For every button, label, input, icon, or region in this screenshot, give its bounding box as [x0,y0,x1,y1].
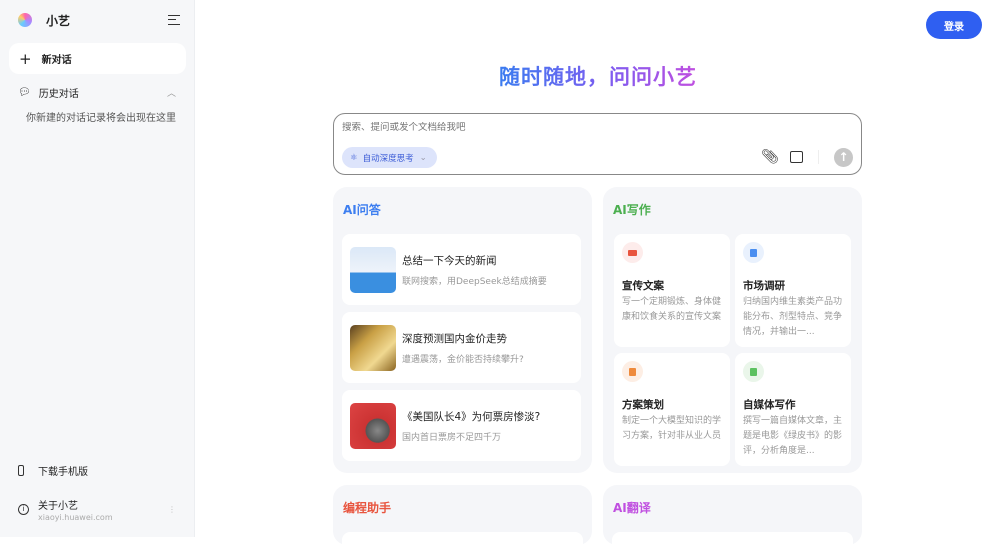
ai-qa-title: AI问答 [343,203,381,217]
writing-card-subtitle: 归纳国内维生素类产品功能分布、剂型特点、竞争情况，并输出一... [743,297,843,337]
main-content: 登录 随时随地，问问小艺 ⚛ 自动深度思考 ⌄ 📎︎ ↑ AI问答 总结一下今天… [196,0,1000,552]
message-icon [622,242,643,263]
chevron-down-icon: ⌄ [419,152,427,163]
translate-panel: AI翻译 [603,485,862,552]
media-icon [743,361,764,382]
ai-writing-panel: AI写作 宣传文案 写一个定期锻炼、身体健康和饮食关系的宣传文案 市场调研 归纳… [603,187,862,473]
image-upload-icon[interactable] [790,151,803,163]
writing-card-title: 方案策划 [622,399,664,411]
qa-card[interactable]: 总结一下今天的新闻联网搜索，用DeepSeek总结成摘要 [342,234,581,305]
coding-panel: 编程助手 [333,485,592,552]
writing-card-subtitle: 撰写一篇自媒体文章，主题是电影《绿皮书》的影评，分析角度是... [743,416,843,456]
coding-card[interactable] [342,532,583,552]
qa-card-title: 深度预测国内金价走势 [402,332,507,345]
info-icon: i [18,504,29,515]
news-thumbnail [350,246,396,293]
deep-thinking-dropdown[interactable]: ⚛ 自动深度思考 ⌄ [342,147,437,168]
phone-icon [18,465,24,476]
chat-input-box: ⚛ 自动深度思考 ⌄ 📎︎ ↑ [333,113,862,175]
divider [818,150,819,164]
ai-writing-title: AI写作 [613,203,651,217]
download-app-button[interactable]: 下载手机版 [18,463,88,478]
qa-card[interactable]: 《美国队长4》为何票房惨淡? 国内首日票房不足四千万 [342,390,581,461]
download-label: 下载手机版 [38,467,88,478]
coding-title: 编程助手 [343,501,392,515]
more-icon[interactable]: ⋮ [168,505,176,514]
qa-card-subtitle: 国内首日票房不足四千万 [402,432,502,443]
login-button[interactable]: 登录 [926,11,982,39]
writing-card-subtitle: 制定一个大模型知识的学习方案，针对非从业人员 [622,416,722,441]
writing-card-title: 自媒体写作 [743,399,796,411]
brain-icon: ⚛ [350,152,358,163]
chat-bubble-icon: 💬︎ [18,87,31,98]
plan-icon [622,361,643,382]
hero-title-text: 随时随地，问问小艺 [499,65,697,89]
attach-file-icon[interactable]: 📎︎ [761,149,779,165]
chevron-up-icon[interactable]: ︿ [167,86,176,99]
ai-qa-panel: AI问答 总结一下今天的新闻联网搜索，用DeepSeek总结成摘要 深度预测国内… [333,187,592,473]
writing-card-subtitle: 写一个定期锻炼、身体健康和饮食关系的宣传文案 [622,297,722,322]
plus-icon: + [19,49,32,68]
writing-card[interactable]: 宣传文案 写一个定期锻炼、身体健康和饮食关系的宣传文案 [614,234,730,347]
movie-thumbnail [350,402,396,449]
about-button[interactable]: i 关于小艺 xiaoyi.huawei.com ⋮ [18,497,176,522]
qa-card-subtitle: 遭遇震荡，金价能否持续攀升? [402,354,524,365]
writing-card[interactable]: 市场调研 归纳国内维生素类产品功能分布、剂型特点、竞争情况，并输出一... [735,234,851,347]
translate-title: AI翻译 [613,501,651,515]
new-chat-label: 新对话 [41,55,72,66]
writing-card-title: 市场调研 [743,280,785,292]
sidebar: 小艺 + 新对话 💬︎ 历史对话 ︿ 你新建的对话记录将会出现在这里 下载手机版… [0,0,195,537]
new-chat-button[interactable]: + 新对话 [9,43,186,74]
about-label: 关于小艺 [38,501,78,512]
qa-card-title: 总结一下今天的新闻 [402,254,497,267]
writing-card[interactable]: 方案策划 制定一个大模型知识的学习方案，针对非从业人员 [614,353,730,466]
gold-thumbnail [350,324,396,371]
deep-thinking-label: 自动深度思考 [362,153,414,164]
history-empty-text: 你新建的对话记录将会出现在这里 [26,113,176,124]
about-url: xiaoyi.huawei.com [38,513,113,522]
history-section-toggle[interactable]: 💬︎ 历史对话 ︿ [18,85,176,100]
send-button[interactable]: ↑ [834,148,853,167]
sidebar-header: 小艺 [18,11,180,29]
app-name: 小艺 [46,13,71,28]
qa-card-subtitle: 联网搜索，用DeepSeek总结成摘要 [402,276,547,287]
writing-card[interactable]: 自媒体写作 撰写一篇自媒体文章，主题是电影《绿皮书》的影评，分析角度是... [735,353,851,466]
history-label: 历史对话 [38,89,79,100]
qa-card-title: 《美国队长4》为何票房惨淡? [402,410,541,423]
writing-card-title: 宣传文案 [622,280,664,292]
collapse-sidebar-icon[interactable] [168,15,180,25]
chat-input[interactable] [342,122,842,133]
hero-title: 随时随地，问问小艺 [196,61,1000,91]
qa-card[interactable]: 深度预测国内金价走势遭遇震荡，金价能否持续攀升? [342,312,581,383]
document-icon [743,242,764,263]
translate-card[interactable] [612,532,853,552]
xiaoyi-logo-icon [18,13,32,27]
